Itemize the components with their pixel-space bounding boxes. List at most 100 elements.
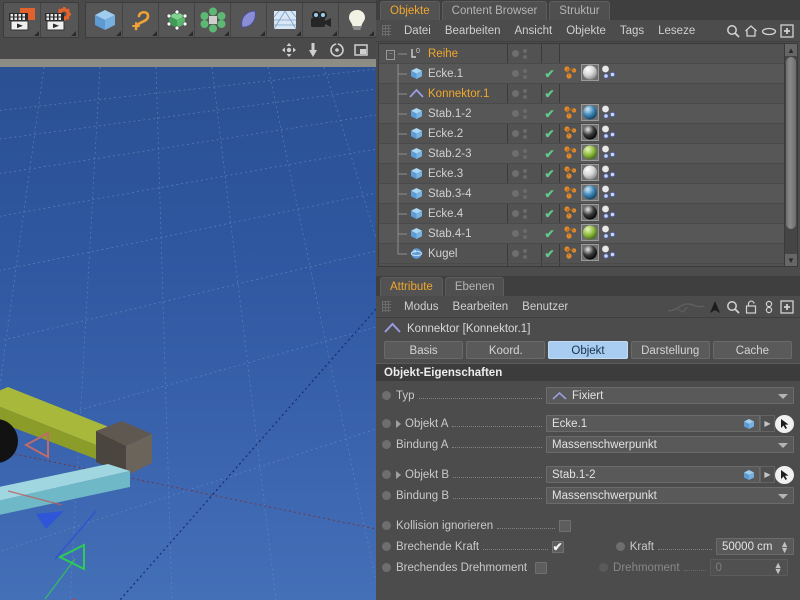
dynamics-tag-icon[interactable] [563, 245, 579, 263]
keyframe-dot[interactable] [382, 563, 391, 572]
home-icon[interactable] [742, 22, 760, 40]
phong-tag-icon[interactable] [601, 125, 617, 143]
scroll-up-arrow[interactable]: ▲ [785, 44, 797, 56]
material-tag-icon[interactable] [581, 103, 599, 124]
cube-button[interactable] [87, 3, 123, 37]
nurbs-button[interactable] [159, 3, 195, 37]
object-enable-checkmark[interactable]: ✔ [541, 107, 558, 121]
keyframe-dot[interactable] [382, 391, 391, 400]
menu-ansicht[interactable]: Ansicht [507, 20, 559, 42]
editor-visibility-dot[interactable] [512, 170, 519, 177]
pointer-icon[interactable] [706, 298, 724, 316]
object-tags[interactable] [558, 243, 617, 264]
tab-content-browser[interactable]: Content Browser [441, 1, 548, 20]
add-icon[interactable] [778, 22, 796, 40]
scroll-thumb[interactable] [786, 57, 796, 229]
phong-tag-icon[interactable] [601, 185, 617, 203]
visibility-dots[interactable] [507, 128, 541, 139]
object-row-name[interactable]: − 0 Reihe [379, 44, 507, 64]
spinner-icon[interactable]: ▲ ▼ [780, 540, 789, 555]
render-visibility-dots[interactable] [523, 208, 527, 219]
editor-visibility-dot[interactable] [512, 110, 519, 117]
render-settings-button[interactable] [41, 3, 77, 37]
object-enable-checkmark[interactable]: ✔ [541, 167, 558, 181]
object-tags[interactable] [558, 143, 617, 164]
render-visibility-dots[interactable] [523, 188, 527, 199]
render-visibility-dots[interactable] [523, 228, 527, 239]
keyframe-dot[interactable] [382, 470, 391, 479]
menu-leseze[interactable]: Leseze [651, 20, 702, 42]
3d-viewport[interactable] [0, 59, 376, 600]
visibility-dots[interactable] [507, 208, 541, 219]
object-tags[interactable] [558, 183, 617, 204]
object-row-name[interactable]: Ecke.2 [379, 123, 507, 144]
object-row-name[interactable]: Stab.2-3 [379, 143, 507, 164]
object-tags[interactable] [558, 163, 617, 184]
tab-struktur[interactable]: Struktur [549, 1, 610, 20]
dynamics-tag-icon[interactable] [563, 65, 579, 83]
tab-objekte[interactable]: Objekte [380, 1, 440, 20]
visibility-dots[interactable] [507, 68, 541, 79]
menu-datei[interactable]: Datei [397, 20, 438, 42]
render-visibility-dots[interactable] [523, 88, 527, 99]
phong-tag-icon[interactable] [601, 165, 617, 183]
camera-button[interactable] [303, 3, 339, 37]
object-row-name[interactable]: Stab.4-1 [379, 223, 507, 244]
panel-grip[interactable] [382, 25, 391, 36]
object-row-name[interactable]: Konnektor.1 [379, 83, 507, 104]
render-visibility-dots[interactable] [523, 248, 527, 259]
phong-tag-icon[interactable] [601, 105, 617, 123]
object-tree[interactable]: −0 Reihe Ecke.1 ✔ Konnektor.1 ✔ Stab.1-2 ✔ Ecke.… [378, 43, 798, 267]
scroll-down-arrow[interactable]: ▼ [785, 254, 797, 266]
keyframe-dot[interactable] [382, 521, 391, 530]
phong-tag-icon[interactable] [601, 65, 617, 83]
object-tags[interactable] [558, 203, 617, 224]
bindung-b-dropdown[interactable]: Massenschwerpunkt [546, 487, 794, 504]
modeling-button[interactable] [195, 3, 231, 37]
visibility-dots[interactable] [507, 108, 541, 119]
visibility-dots[interactable] [507, 188, 541, 199]
brechende-kraft-checkbox[interactable]: ✔ [551, 540, 564, 553]
eye-icon[interactable] [760, 22, 778, 40]
tab-ebenen[interactable]: Ebenen [444, 277, 505, 296]
object-tree-row[interactable]: Ecke.2 ✔ [379, 123, 784, 144]
dynamics-tag-icon[interactable] [563, 125, 579, 143]
typ-dropdown[interactable]: Fixiert [546, 387, 794, 404]
render-visibility-dots[interactable] [523, 168, 527, 179]
keyframe-dot[interactable] [382, 491, 391, 500]
material-tag-icon[interactable] [581, 63, 599, 84]
expand-toggle-icon[interactable]: − [385, 48, 396, 60]
object-tree-row[interactable]: Kugel ✔ [379, 243, 784, 264]
render-visibility-dots[interactable] [523, 108, 527, 119]
material-tag-icon[interactable] [581, 203, 599, 224]
editor-visibility-dot[interactable] [512, 210, 519, 217]
object-enable-checkmark[interactable]: ✔ [541, 147, 558, 161]
render-visibility-dots[interactable] [523, 148, 527, 159]
object-tree-row[interactable]: Stab.4-1 ✔ [379, 223, 784, 244]
brechendes-drehmoment-checkbox[interactable] [535, 561, 548, 574]
material-tag-icon[interactable] [581, 183, 599, 204]
keyframe-dot[interactable] [615, 542, 625, 551]
menu-tags[interactable]: Tags [613, 20, 651, 42]
tab-attribute[interactable]: Attribute [380, 277, 443, 296]
light-button[interactable] [339, 3, 375, 37]
dynamics-tag-icon[interactable] [563, 185, 579, 203]
object-row-name[interactable]: Ecke.4 [379, 203, 507, 224]
mode-tab-cache[interactable]: Cache [712, 341, 793, 359]
add-icon[interactable] [778, 298, 796, 316]
maximize-view-icon[interactable] [352, 41, 370, 59]
keyframe-dot[interactable] [382, 419, 391, 428]
bindung-a-dropdown[interactable]: Massenschwerpunkt [546, 436, 794, 453]
menu-modus[interactable]: Modus [397, 296, 446, 318]
editor-visibility-dot[interactable] [512, 130, 519, 137]
visibility-dots[interactable] [507, 48, 541, 59]
editor-visibility-dot[interactable] [512, 50, 519, 57]
lock-icon[interactable] [742, 298, 760, 316]
keyframe-dot[interactable] [599, 563, 609, 572]
material-tag-icon[interactable] [581, 163, 599, 184]
link-icon[interactable] [760, 298, 778, 316]
visibility-dots[interactable] [507, 168, 541, 179]
editor-visibility-dot[interactable] [512, 250, 519, 257]
visibility-dots[interactable] [507, 148, 541, 159]
object-tags[interactable] [558, 103, 617, 124]
